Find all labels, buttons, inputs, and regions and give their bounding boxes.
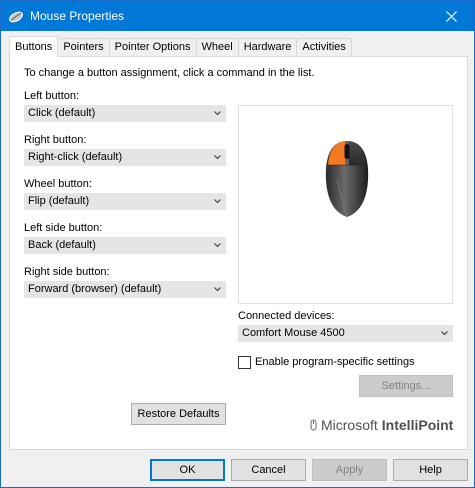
chevron-down-icon <box>214 243 221 248</box>
right-button-value: Right-click (default) <box>28 151 123 163</box>
tab-pointers[interactable]: Pointers <box>57 38 110 57</box>
connected-devices-value: Comfort Mouse 4500 <box>242 327 345 339</box>
left-side-button-select[interactable]: Back (default) <box>24 237 226 254</box>
left-button-value: Click (default) <box>28 107 96 119</box>
wheel-button-select[interactable]: Flip (default) <box>24 193 226 210</box>
wheel-button-value: Flip (default) <box>28 195 90 207</box>
close-icon <box>445 10 457 22</box>
mouse-preview <box>238 105 453 304</box>
connected-devices-select[interactable]: Comfort Mouse 4500 <box>238 325 453 342</box>
mouse-app-icon <box>8 9 24 23</box>
left-side-button-value: Back (default) <box>28 239 96 251</box>
brand-microsoft: Microsoft <box>321 417 378 433</box>
apply-button[interactable]: Apply <box>312 459 387 481</box>
cancel-button[interactable]: Cancel <box>231 459 306 481</box>
restore-defaults-button[interactable]: Restore Defaults <box>131 403 226 425</box>
help-button[interactable]: Help <box>393 459 468 481</box>
intellipoint-icon <box>310 419 317 431</box>
right-side-button-label: Right side button: <box>24 266 110 278</box>
mouse-image <box>325 141 369 217</box>
ok-button[interactable]: OK <box>150 459 225 481</box>
right-button-select[interactable]: Right-click (default) <box>24 149 226 166</box>
brand-intellipoint: IntelliPoint <box>381 417 454 433</box>
title-bar[interactable]: Mouse Properties <box>1 1 474 31</box>
tab-activities[interactable]: Activities <box>296 38 352 57</box>
chevron-down-icon <box>214 111 221 116</box>
right-side-button-value: Forward (browser) (default) <box>28 283 162 295</box>
right-button-label: Right button: <box>24 134 87 146</box>
tab-wheel[interactable]: Wheel <box>195 38 239 57</box>
connected-devices-label: Connected devices: <box>238 310 335 322</box>
wheel-button-label: Wheel button: <box>24 178 92 190</box>
window-title: Mouse Properties <box>30 9 125 23</box>
tab-strip: Buttons Pointers Pointer Options Wheel H… <box>9 36 352 57</box>
chevron-down-icon <box>214 199 221 204</box>
program-specific-checkbox[interactable] <box>238 356 251 369</box>
program-specific-label[interactable]: Enable program-specific settings <box>255 356 415 368</box>
instruction-text: To change a button assignment, click a c… <box>24 67 315 79</box>
tab-buttons[interactable]: Buttons <box>9 36 59 57</box>
left-button-select[interactable]: Click (default) <box>24 105 226 122</box>
left-side-button-label: Left side button: <box>24 222 103 234</box>
chevron-down-icon <box>441 331 448 336</box>
close-button[interactable] <box>428 1 474 31</box>
mouse-properties-window: Mouse Properties Buttons Pointers Pointe… <box>0 0 475 488</box>
buttons-tab-panel: To change a button assignment, click a c… <box>9 56 468 450</box>
microsoft-intellipoint-logo: Microsoft IntelliPoint <box>310 417 453 433</box>
chevron-down-icon <box>214 287 221 292</box>
chevron-down-icon <box>214 155 221 160</box>
tab-pointer-options[interactable]: Pointer Options <box>108 38 197 57</box>
settings-button[interactable]: Settings... <box>359 375 453 397</box>
right-side-button-select[interactable]: Forward (browser) (default) <box>24 281 226 298</box>
left-button-label: Left button: <box>24 90 80 102</box>
tab-hardware[interactable]: Hardware <box>237 38 298 57</box>
